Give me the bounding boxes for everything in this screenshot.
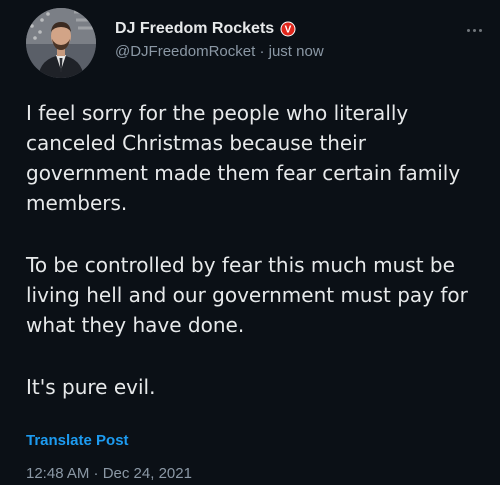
more-dot bbox=[466, 28, 470, 32]
badge-letter: V bbox=[285, 25, 292, 36]
more-options-icon[interactable] bbox=[462, 22, 486, 38]
avatar[interactable] bbox=[26, 8, 96, 78]
translate-post-link[interactable]: Translate Post bbox=[26, 432, 129, 449]
post-paragraph: It's pure evil. bbox=[26, 375, 156, 399]
profile-avatar-icon bbox=[26, 8, 96, 78]
name-row: DJ Freedom Rockets V bbox=[115, 20, 296, 38]
post-header: DJ Freedom Rockets V @DJFreedomRocket · … bbox=[26, 8, 486, 78]
post: DJ Freedom Rockets V @DJFreedomRocket · … bbox=[0, 0, 500, 485]
more-dot bbox=[472, 28, 476, 32]
post-paragraph: I feel sorry for the people who literall… bbox=[26, 101, 461, 215]
verified-badge-icon: V bbox=[280, 21, 296, 37]
time-ago[interactable]: just now bbox=[269, 43, 324, 60]
post-text: I feel sorry for the people who literall… bbox=[26, 98, 486, 434]
post-timestamp[interactable]: 12:48 AM · Dec 24, 2021 bbox=[26, 465, 192, 482]
more-dot bbox=[478, 28, 482, 32]
handle[interactable]: @DJFreedomRocket bbox=[115, 43, 255, 60]
separator: · bbox=[259, 43, 265, 60]
handle-row: @DJFreedomRocket · just now bbox=[115, 43, 324, 60]
post-paragraph: To be controlled by fear this much must … bbox=[26, 253, 468, 337]
display-name[interactable]: DJ Freedom Rockets bbox=[115, 20, 274, 38]
